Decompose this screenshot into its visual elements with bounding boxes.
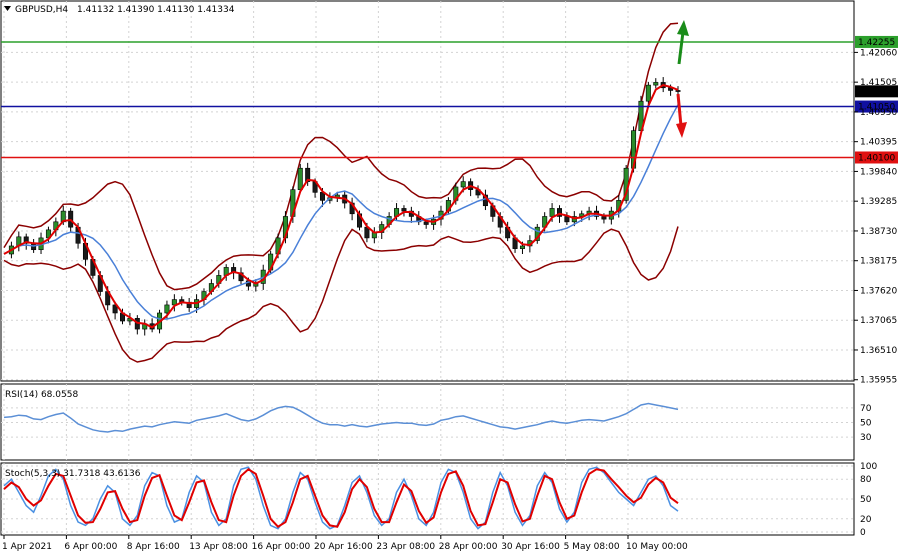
rsi-tick-label: 30 xyxy=(860,433,872,443)
stoch-tick-label: 100 xyxy=(860,462,877,472)
candle-body xyxy=(423,221,429,225)
time-tick-label: 16 Apr 00:00 xyxy=(252,542,311,552)
candle-body xyxy=(549,208,555,217)
price-tick-label: 1.40395 xyxy=(860,138,897,148)
candle-body xyxy=(675,90,681,92)
price-tick-label: 1.40950 xyxy=(860,108,897,118)
price-tick-label: 1.38730 xyxy=(860,227,897,237)
rsi-tick-label: 70 xyxy=(860,404,872,414)
candle-body xyxy=(564,216,570,223)
price-tick-label: 1.37620 xyxy=(860,286,897,296)
candle-body xyxy=(297,167,303,190)
trading-chart: 1.422551.410501.401001.41334 1.420601.41… xyxy=(0,0,900,557)
ohlc-readout: 1.41132 1.41390 1.41130 1.41334 xyxy=(77,5,235,15)
price-tick-label: 1.36510 xyxy=(860,346,897,356)
rsi-tick-label: 50 xyxy=(860,419,872,429)
price-tick-label: 1.42060 xyxy=(860,48,897,58)
time-tick-label: 10 May 00:00 xyxy=(626,542,688,552)
candle-body xyxy=(164,304,170,314)
time-tick-label: 30 Apr 16:00 xyxy=(501,542,560,552)
time-tick-label: 6 Apr 00:00 xyxy=(64,542,117,552)
symbol-label: GBPUSD,H4 xyxy=(15,5,68,15)
level-price-label: 1.42255 xyxy=(858,38,895,48)
stoch-tick-label: 20 xyxy=(860,515,872,525)
stoch-tick-label: 80 xyxy=(860,475,872,485)
rsi-title: RSI(14) 68.0558 xyxy=(5,390,78,400)
candle-body xyxy=(645,84,651,102)
time-tick-label: 23 Apr 08:00 xyxy=(376,542,435,552)
price-tick-label: 1.41505 xyxy=(860,78,897,88)
candle-body xyxy=(519,245,525,249)
candle-body xyxy=(460,181,466,188)
candle-body xyxy=(653,82,659,86)
price-tick-label: 1.39285 xyxy=(860,197,897,207)
rsi-axis: 70 50 30 xyxy=(860,404,872,443)
price-tick-label: 1.39840 xyxy=(860,167,897,177)
level-price-label: 1.40100 xyxy=(858,153,895,163)
price-tick-label: 1.35955 xyxy=(860,376,897,386)
stoch-tick-label: 50 xyxy=(860,495,872,505)
time-tick-label: 28 Apr 00:00 xyxy=(439,542,498,552)
price-tick-label: 1.38175 xyxy=(860,257,897,267)
stoch-title: Stoch(5,3,3) 31.7318 43.6136 xyxy=(5,469,141,479)
time-tick-label: 1 Apr 2021 xyxy=(2,542,52,552)
time-tick-label: 5 May 08:00 xyxy=(564,542,620,552)
current-price-label: 1.41334 xyxy=(858,87,895,97)
chart-header: GBPUSD,H4 1.41132 1.41390 1.41130 1.4133… xyxy=(4,5,235,15)
time-tick-label: 20 Apr 16:00 xyxy=(314,542,373,552)
stoch-tick-label: 0 xyxy=(860,528,866,538)
time-tick-label: 13 Apr 08:00 xyxy=(189,542,248,552)
candle-body xyxy=(401,208,407,212)
price-tick-label: 1.37065 xyxy=(860,316,897,326)
time-tick-label: 8 Apr 16:00 xyxy=(127,542,180,552)
candle-body xyxy=(601,216,607,220)
